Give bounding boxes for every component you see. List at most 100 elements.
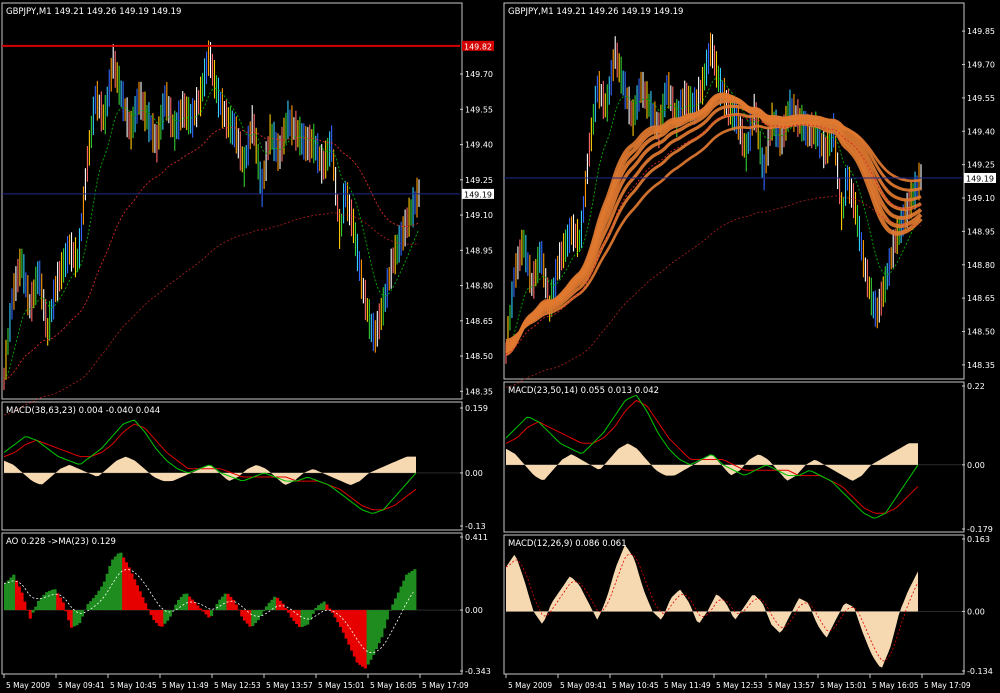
- y-tick-label: 149.70: [967, 61, 995, 70]
- ao-bar: [45, 592, 49, 611]
- ao-bar: [234, 604, 238, 611]
- ao-bar: [407, 572, 411, 611]
- ao-bar: [190, 599, 194, 611]
- ao-bar: [204, 610, 208, 615]
- ao-bar: [248, 610, 252, 627]
- ao-bar: [328, 608, 332, 611]
- y-tick-label: -0.13: [465, 522, 486, 531]
- ao-bar: [215, 604, 219, 611]
- time-tick-label: 5 May 11:49: [664, 681, 711, 690]
- ao-bar: [130, 573, 134, 611]
- ao-bar: [399, 586, 403, 611]
- y-tick-label: -0.343: [465, 667, 491, 676]
- y-tick-label: 149.85: [967, 27, 995, 36]
- ao-bar: [155, 610, 159, 623]
- ao-bar: [289, 610, 293, 618]
- ao-bar: [179, 596, 183, 611]
- ao-bar: [314, 607, 318, 611]
- y-tick-label: 0.00: [967, 607, 985, 616]
- ao-bar: [341, 610, 345, 633]
- ao-bar: [146, 609, 150, 611]
- ao-bar: [113, 556, 118, 611]
- ao-bar: [17, 586, 21, 611]
- terminal-background: [0, 0, 1000, 693]
- ao-bar: [361, 610, 365, 667]
- ao-bar: [201, 610, 205, 612]
- ao-bar: [286, 610, 291, 613]
- trading-terminal: GBPJPY,M1 149.21 149.26 149.19 149.19 MA…: [0, 0, 1000, 693]
- ao-bar: [78, 610, 82, 624]
- y-tick-label: -0.179: [967, 525, 993, 534]
- ao-bar: [31, 610, 35, 613]
- y-tick-label: 0.159: [465, 404, 488, 413]
- ao-bar: [218, 599, 222, 611]
- ao-bar: [47, 590, 52, 611]
- ao-bar: [193, 602, 197, 611]
- ao-bar: [102, 581, 107, 611]
- ao-bar: [4, 583, 8, 611]
- ao-bar: [223, 593, 227, 611]
- y-tick-label: 149.40: [465, 141, 493, 150]
- time-tick-label: 5 May 17:09: [422, 681, 469, 690]
- ao-bar: [36, 600, 41, 611]
- ao-bar: [133, 579, 137, 611]
- ao-bar: [242, 610, 247, 621]
- y-tick-label: 149.40: [967, 127, 995, 136]
- ao-bar: [267, 602, 271, 611]
- ao-bar: [380, 610, 384, 638]
- ao-bar: [14, 580, 19, 611]
- time-tick-label: 5 May 15:01: [318, 681, 365, 690]
- ao-bar: [157, 610, 161, 626]
- ao-bar: [366, 610, 370, 665]
- ao-bar: [229, 596, 233, 611]
- ao-bar: [116, 553, 120, 611]
- ao-bar: [210, 610, 214, 616]
- ao-bar: [72, 610, 76, 627]
- ao-bar: [372, 610, 376, 655]
- ao-bar: [396, 592, 400, 611]
- y-tick-label: 0.163: [967, 535, 990, 544]
- time-tick-label: 5 May 15:01: [820, 681, 867, 690]
- ao-bar: [410, 570, 414, 611]
- ao-bar: [97, 590, 101, 611]
- ao-bar: [385, 610, 389, 620]
- ao-bar: [67, 610, 71, 621]
- ao-bar: [163, 610, 167, 624]
- y-tick-label: 149.55: [465, 105, 493, 114]
- ao-bar: [377, 610, 381, 644]
- y-tick-label: 148.50: [465, 352, 493, 361]
- ao-bar: [333, 610, 337, 618]
- y-tick-label: 0.00: [967, 461, 985, 470]
- ao-bar: [94, 594, 98, 611]
- ao-bar: [413, 569, 417, 611]
- right-macd2-title: MACD(12,26,9) 0.086 0.061: [508, 539, 627, 549]
- time-tick-label: 5 May 11:49: [162, 681, 209, 690]
- time-tick-label: 5 May 2009: [508, 681, 552, 690]
- ao-bar: [295, 610, 299, 624]
- ao-bar: [119, 552, 123, 611]
- time-tick-label: 5 May 12:53: [716, 681, 763, 690]
- ao-bar: [122, 557, 126, 611]
- ao-bar: [256, 610, 260, 621]
- ao-bar: [347, 610, 351, 645]
- ao-bar: [363, 610, 367, 669]
- ao-bar: [135, 585, 139, 611]
- left-price-title: GBPJPY,M1 149.21 149.26 149.19 149.19: [6, 7, 181, 17]
- ao-bar: [394, 598, 398, 611]
- y-tick-label: 0.00: [465, 469, 483, 478]
- y-tick-label: 148.95: [967, 227, 995, 236]
- ao-bar: [20, 592, 24, 611]
- ao-bar: [240, 610, 244, 617]
- ao-bar: [300, 610, 304, 627]
- current-price-label: 149.19: [966, 174, 994, 183]
- y-tick-label: 149.55: [967, 94, 995, 103]
- ao-bar: [273, 596, 277, 611]
- y-tick-label: 0.22: [967, 382, 985, 391]
- ao-bar: [69, 610, 74, 628]
- y-tick-label: 148.35: [465, 387, 493, 396]
- ao-bar: [355, 610, 359, 663]
- y-tick-label: 149.10: [967, 194, 995, 203]
- ao-bar: [383, 610, 387, 629]
- ao-bar: [138, 591, 142, 611]
- ao-bar: [253, 610, 258, 624]
